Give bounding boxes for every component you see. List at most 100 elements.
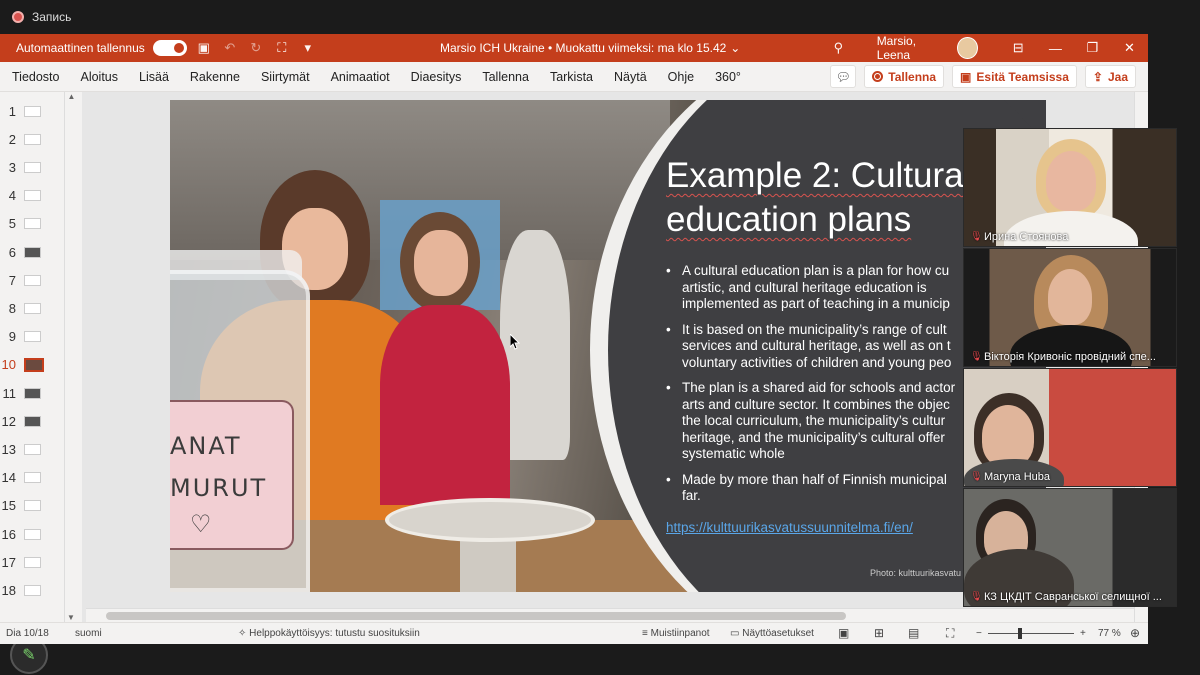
slide-thumbnail[interactable]: 12 — [0, 411, 64, 431]
participant-tile[interactable]: 🎙︎ Maryna Huba — [963, 368, 1177, 487]
tab-4[interactable]: Siirtymät — [261, 70, 310, 84]
slide-title-line-1: Example 2: Cultural — [666, 156, 972, 195]
tab-2[interactable]: Lisää — [139, 70, 169, 84]
user-name[interactable]: Marsio, Leena — [877, 34, 947, 62]
slide-link[interactable]: https://kulttuurikasvatussuunnitelma.fi/… — [666, 520, 913, 535]
participant-tile[interactable]: 🎙︎ Вікторія Кривоніс провідний спе... — [963, 248, 1177, 367]
slide-thumbnail[interactable]: 8 — [0, 298, 64, 318]
slide-thumbnail[interactable]: 2 — [0, 129, 64, 149]
slide-number: 7 — [8, 272, 16, 288]
tab-7[interactable]: Tallenna — [482, 70, 529, 84]
teams-icon: ▣ — [960, 69, 972, 84]
tab-8[interactable]: Tarkista — [550, 70, 593, 84]
slide-thumbnail[interactable]: 6 — [0, 242, 64, 262]
record-icon — [872, 71, 884, 82]
save-icon[interactable]: ▣ — [195, 39, 213, 57]
slide-number: 14 — [1, 470, 16, 486]
slide-thumbnail[interactable]: 10 — [0, 355, 64, 375]
slide-number: 15 — [1, 498, 16, 514]
accessibility-label: Helppokäyttöisyys: tutustu suosituksiin — [249, 628, 420, 639]
tab-6[interactable]: Diaesitys — [411, 70, 462, 84]
zoom-slider-handle[interactable] — [1018, 628, 1022, 639]
current-slide[interactable]: ANAT MURUT ♡ Example 2: Cultural educati… — [170, 100, 1046, 592]
scroll-up-icon[interactable]: ▲ — [65, 92, 78, 101]
display-settings-button[interactable]: ▭ Näyttöasetukset — [730, 628, 814, 639]
slide-title[interactable]: Example 2: Cultural education plans — [666, 154, 971, 242]
customize-toolbar-icon[interactable]: ▾ — [299, 39, 317, 57]
slide-thumbnail-image — [24, 274, 41, 286]
reading-view-icon[interactable]: ▤ — [908, 626, 919, 640]
comments-button[interactable]: 💬︎ — [830, 65, 857, 88]
tab-9[interactable]: Näytä — [614, 70, 647, 84]
record-label: Tallenna — [888, 69, 937, 84]
ribbon-display-icon[interactable]: ⊟ — [1000, 40, 1037, 56]
slide-thumbnail[interactable]: 14 — [0, 468, 64, 488]
restore-icon[interactable]: ❐ — [1074, 40, 1111, 56]
slide-thumbnail[interactable]: 11 — [0, 383, 64, 403]
slide-number: 6 — [8, 244, 16, 260]
slide-thumbnail[interactable]: 5 — [0, 214, 64, 234]
participant-name: Вікторія Кривоніс провідний спе... — [984, 351, 1156, 363]
tab-10[interactable]: Ohje — [668, 70, 694, 84]
slide-thumbnail[interactable]: 15 — [0, 496, 64, 516]
slide-sorter-icon[interactable]: ⊞ — [874, 626, 884, 640]
slide-thumbnail-image — [24, 387, 41, 399]
slide-number: 8 — [8, 300, 16, 316]
zoom-out-button[interactable]: − — [976, 628, 982, 639]
participant-tile[interactable]: 🎙︎ КЗ ЦКДІТ Савранської селищної ... — [963, 488, 1177, 607]
minimize-icon[interactable]: — — [1037, 41, 1074, 56]
fit-to-window-icon[interactable]: ⊕ — [1130, 626, 1140, 640]
slide-thumbnail[interactable]: 9 — [0, 327, 64, 347]
slide-thumbnail[interactable]: 17 — [0, 552, 64, 572]
search-icon[interactable]: ⚲ — [830, 39, 847, 57]
tab-5[interactable]: Animaatiot — [331, 70, 390, 84]
notes-button[interactable]: ≡ Muistiinpanot — [642, 628, 710, 639]
undo-icon[interactable]: ↶ — [221, 39, 239, 57]
slide-thumbnail[interactable]: 16 — [0, 524, 64, 544]
normal-view-icon[interactable]: ▣ — [838, 626, 849, 640]
accessibility-button[interactable]: ✧ Helppokäyttöisyys: tutustu suosituksii… — [238, 628, 420, 639]
thumbnails-scrollbar[interactable]: ▲ ▼ — [64, 92, 78, 622]
participant-name: КЗ ЦКДІТ Савранської селищної ... — [984, 591, 1162, 603]
close-icon[interactable]: ✕ — [1111, 40, 1148, 56]
present-in-teams-button[interactable]: ▣ Esitä Teamsissa — [952, 65, 1077, 88]
share-button[interactable]: ⇪ Jaa — [1084, 65, 1136, 88]
zoom-level[interactable]: 77 % — [1098, 628, 1121, 639]
video-participants-panel: 🎙︎ Ирина Стоянова 🎙︎ Вікторія Кривоніс про… — [963, 128, 1177, 612]
tab-11[interactable]: 360° — [715, 70, 741, 84]
slide-thumbnail[interactable]: 18 — [0, 580, 64, 600]
tab-0[interactable]: Tiedosto — [12, 70, 59, 84]
document-title[interactable]: Marsio ICH Ukraine • Muokattu viimeksi: … — [440, 41, 726, 55]
participant-tile[interactable]: 🎙︎ Ирина Стоянова — [963, 128, 1177, 247]
redo-icon[interactable]: ↻ — [247, 39, 265, 57]
mic-off-icon: 🎙︎ — [970, 471, 983, 482]
screen: Запись Automaattinen tallennus ▣ ↶ ↻ ⛶ ▾… — [0, 0, 1200, 675]
autosave-label: Automaattinen tallennus — [16, 41, 145, 55]
present-icon[interactable]: ⛶ — [273, 39, 291, 57]
zoom-slider[interactable] — [988, 633, 1074, 634]
zoom-in-button[interactable]: + — [1080, 628, 1086, 639]
slide-number: 13 — [1, 441, 16, 457]
slide-thumbnail-image — [24, 161, 41, 173]
slide-number: 10 — [1, 357, 16, 373]
mic-off-icon: 🎙︎ — [970, 231, 983, 242]
scroll-down-icon[interactable]: ▼ — [65, 613, 77, 622]
recording-icon — [12, 11, 24, 23]
slide-thumbnail-image — [24, 246, 41, 258]
chevron-down-icon[interactable]: ⌄ — [730, 41, 740, 55]
slideshow-icon[interactable]: ⛶ — [946, 626, 954, 641]
slide-thumbnail[interactable]: 7 — [0, 270, 64, 290]
autosave-toggle[interactable] — [152, 40, 187, 56]
slide-thumbnail[interactable]: 13 — [0, 439, 64, 459]
recording-bar: Запись — [0, 0, 1200, 34]
tab-3[interactable]: Rakenne — [190, 70, 240, 84]
language-indicator[interactable]: suomi — [75, 628, 102, 639]
record-button[interactable]: Tallenna — [864, 65, 945, 88]
mic-off-icon: 🎙︎ — [970, 591, 983, 602]
slide-thumbnail[interactable]: 3 — [0, 157, 64, 177]
slide-thumbnail[interactable]: 1 — [0, 101, 64, 121]
slide-thumbnail-image — [24, 302, 41, 314]
tab-1[interactable]: Aloitus — [80, 70, 118, 84]
avatar[interactable] — [957, 37, 978, 59]
slide-thumbnail[interactable]: 4 — [0, 186, 64, 206]
